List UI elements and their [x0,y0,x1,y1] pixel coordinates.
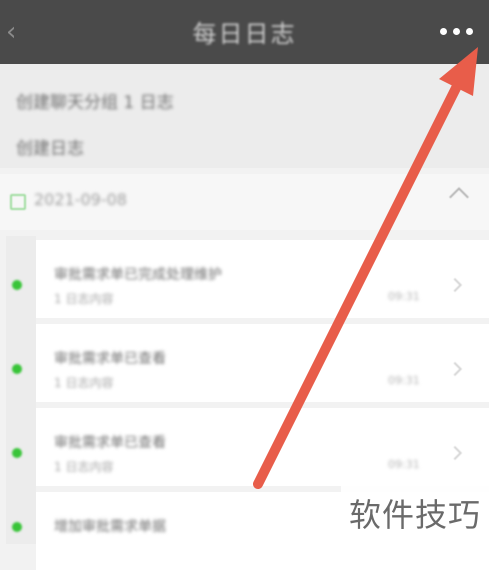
arrow-head [439,47,478,96]
watermark-text: 软件技巧 [349,496,482,534]
annotation-arrow [253,47,478,489]
arrow-shaft [253,79,463,489]
watermark: 软件技巧 [341,474,489,544]
